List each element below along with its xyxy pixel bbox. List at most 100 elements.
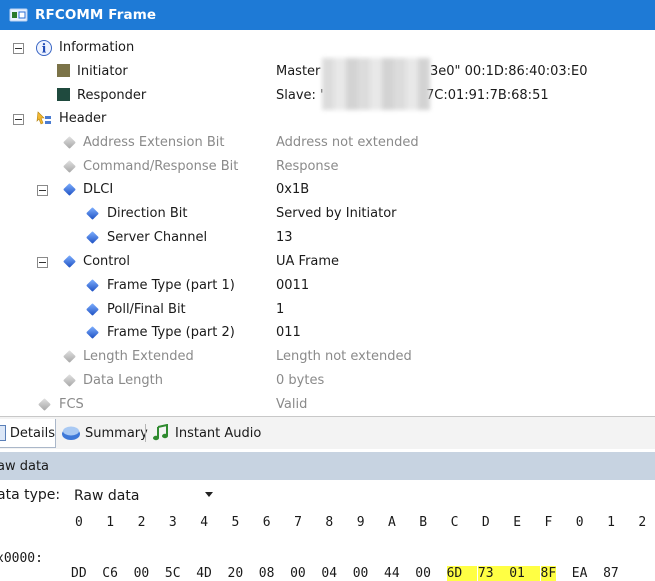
hex-column-label: 9 [356, 515, 365, 530]
collapse-toggle[interactable] [13, 114, 24, 125]
field-diamond-icon [84, 301, 100, 317]
data-type-value: Raw data [74, 488, 140, 504]
tree-node-data-length[interactable]: Data Length 0 bytes [0, 369, 655, 392]
hex-byte[interactable]: 01 [509, 566, 540, 581]
field-diamond-icon [61, 158, 77, 174]
hex-byte[interactable]: 00 [290, 566, 306, 581]
tree-node-fcs[interactable]: FCS Valid [0, 393, 655, 416]
header-tree-icon [35, 110, 51, 126]
tree-node-control[interactable]: Control UA Frame [0, 250, 655, 273]
music-note-icon [153, 424, 168, 441]
hex-byte[interactable]: 08 [259, 566, 275, 581]
hex-byte[interactable]: 00 [134, 566, 150, 581]
tree-node-direction-bit[interactable]: Direction Bit Served by Initiator [0, 202, 655, 225]
tab-separator [145, 424, 146, 442]
field-diamond-icon [84, 324, 100, 340]
tab-label: Details [9, 425, 55, 441]
hex-byte[interactable]: 73 [477, 566, 509, 581]
hex-byte[interactable]: 00 [415, 566, 431, 581]
field-diamond-icon [61, 372, 77, 388]
tree-label: Poll/Final Bit [107, 302, 186, 317]
frame-title: RFCOMM Frame [35, 7, 157, 23]
tree-label: Address Extension Bit [83, 135, 225, 150]
hex-byte[interactable]: 44 [384, 566, 400, 581]
field-diamond-icon [61, 134, 77, 150]
tree-value: 0x1B [276, 182, 310, 197]
field-diamond-icon [84, 277, 100, 293]
hex-byte[interactable]: 87 [603, 566, 619, 581]
hex-column-label: E [513, 515, 522, 530]
tree-label: Frame Type (part 1) [107, 278, 235, 293]
tree-value: Valid [276, 397, 308, 412]
tree-node-server-channel[interactable]: Server Channel 13 [0, 226, 655, 249]
hex-column-label: 1 [607, 515, 615, 530]
tree-label: Responder [77, 88, 147, 103]
collapse-toggle[interactable] [37, 185, 48, 196]
tab-label: Instant Audio [175, 425, 262, 441]
collapse-toggle[interactable] [37, 257, 48, 268]
tab-summary[interactable]: Summary [61, 419, 148, 447]
tree-node-poll-final-bit[interactable]: Poll/Final Bit 1 [0, 298, 655, 321]
hex-column-label: 2 [638, 515, 647, 530]
tab-label: Summary [85, 425, 148, 441]
tree-label: Frame Type (part 2) [107, 325, 235, 340]
tree-node-length-extended[interactable]: Length Extended Length not extended [0, 345, 655, 368]
tree-value: 13 [276, 230, 293, 245]
tree-value: Address not extended [276, 135, 419, 150]
hex-byte[interactable]: 20 [228, 566, 244, 581]
field-diamond-icon [84, 229, 100, 245]
data-type-select[interactable]: Raw data [70, 485, 220, 509]
responder-color-swatch [57, 88, 70, 101]
tree-value: 0 bytes [276, 373, 325, 388]
hex-column-label: 7 [294, 515, 302, 530]
hex-column-label: C [450, 515, 459, 530]
hex-column-label: 2 [137, 515, 146, 530]
tree-label: Command/Response Bit [83, 159, 239, 174]
chevron-down-icon [205, 492, 213, 497]
hex-byte[interactable]: EA [572, 566, 588, 581]
hex-byte[interactable]: 4D [196, 566, 212, 581]
tree-value-start: Master [276, 64, 321, 79]
data-type-label: ata type: [0, 487, 61, 503]
tab-instant-audio[interactable]: Instant Audio [152, 419, 261, 447]
initiator-color-swatch [57, 64, 70, 77]
hex-column-label: 6 [262, 515, 271, 530]
raw-data-title: aw data [0, 458, 50, 474]
hex-column-label: 1 [106, 515, 115, 530]
tree-node-information[interactable]: i Information [0, 36, 655, 59]
tree-value: 1 [276, 302, 285, 317]
tree-label: Data Length [83, 373, 164, 388]
tree-label: FCS [59, 397, 84, 412]
tree-node-command-response-bit[interactable]: Command/Response Bit Response [0, 155, 655, 178]
tree-label: Server Channel [107, 230, 208, 245]
tree-label: Initiator [77, 64, 128, 79]
hex-column-label: A [388, 515, 396, 530]
tree-label: Information [59, 40, 135, 55]
hex-byte[interactable]: DD [71, 566, 87, 581]
tree-node-frame-type-part-1[interactable]: Frame Type (part 1) 0011 [0, 274, 655, 297]
tree-value: UA Frame [276, 254, 340, 269]
tree-value: Response [276, 159, 339, 174]
hex-column-label: 8 [325, 515, 334, 530]
tab-details[interactable]: Details [0, 419, 56, 448]
hex-column-label: B [419, 515, 428, 530]
collapse-toggle[interactable] [13, 43, 24, 54]
summary-icon [62, 426, 80, 440]
raw-data-header: aw data [0, 452, 655, 480]
tree-node-address-extension-bit[interactable]: Address Extension Bit Address not extend… [0, 131, 655, 154]
field-diamond-icon [36, 396, 52, 412]
view-tab-bar: Details Summary Instant Audio [0, 416, 655, 449]
hex-byte[interactable]: 5C [165, 566, 181, 581]
hex-byte[interactable]: 6D [446, 566, 478, 581]
hex-byte[interactable]: 04 [321, 566, 337, 581]
hex-byte[interactable]: 00 [353, 566, 369, 581]
tree-value-end: 3e0" 00:1D:86:40:03:E0 [430, 64, 588, 79]
hex-column-label: 0 [575, 515, 584, 530]
hex-byte[interactable]: 8F [540, 566, 557, 581]
hex-byte[interactable]: C6 [102, 566, 118, 581]
tree-node-header[interactable]: Header [0, 107, 655, 130]
tree-node-frame-type-part-2[interactable]: Frame Type (part 2) 011 [0, 321, 655, 344]
tree-node-dlci[interactable]: DLCI 0x1B [0, 178, 655, 201]
tree-value: 011 [276, 325, 301, 340]
tree-label: Direction Bit [107, 206, 188, 221]
